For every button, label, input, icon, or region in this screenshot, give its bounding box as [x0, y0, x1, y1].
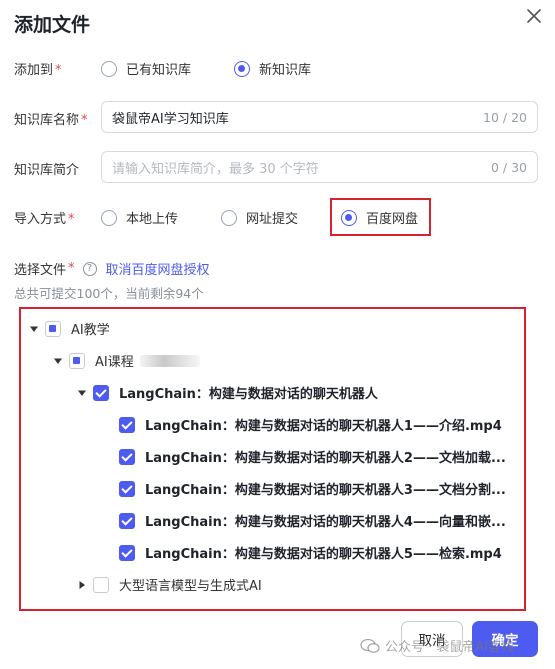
tree-node-llm-group[interactable]: 大型语言模型与生成式AI: [77, 575, 262, 594]
kb-desc-counter: 0 / 30: [490, 159, 527, 175]
kb-desc-input[interactable]: 请输入知识库简介，最多 30 个字符 0 / 30: [101, 151, 538, 183]
confirm-button[interactable]: 确定: [472, 621, 538, 657]
checkbox-partial[interactable]: [45, 320, 61, 337]
tree-node-file[interactable]: LangChain：构建与数据对话的聊天机器人1——介绍.mp4: [119, 415, 502, 434]
select-file-row: 选择文件 * ? 取消百度网盘授权: [14, 259, 210, 278]
radio-baidu-pan[interactable]: 百度网盘: [341, 208, 418, 227]
tree-node-file[interactable]: LangChain：构建与数据对话的聊天机器人2——文档加载...: [119, 447, 506, 466]
tree-node-file[interactable]: LangChain：构建与数据对话的聊天机器人4——向量和嵌...: [119, 511, 506, 530]
radio-selected-icon: [234, 60, 250, 77]
tree-node-langchain-group[interactable]: LangChain：构建与数据对话的聊天机器人: [77, 383, 378, 402]
dialog-title: 添加文件: [14, 14, 91, 36]
tree-node-root[interactable]: AI教学: [29, 319, 110, 338]
close-icon[interactable]: [524, 6, 544, 26]
radio-new-kb[interactable]: 新知识库: [234, 59, 311, 78]
caret-right-icon[interactable]: [77, 580, 87, 590]
quota-note: 总共可提交100个，当前剩余94个: [14, 286, 204, 301]
help-icon[interactable]: ?: [82, 261, 97, 276]
kb-name-label: 知识库名称 *: [14, 113, 88, 128]
kb-desc-label: 知识库简介: [14, 163, 80, 178]
checkbox-unchecked[interactable]: [93, 576, 109, 593]
cancel-button[interactable]: 取消: [401, 621, 463, 657]
add-file-dialog: 添加文件 添加到 * 已有知识库 新知识库 知识库名称 * 袋鼠帝AI学习知识库 1…: [0, 0, 555, 669]
caret-down-icon[interactable]: [77, 388, 87, 398]
checkbox-checked[interactable]: [119, 544, 135, 561]
tree-node-course[interactable]: AI课程: [53, 351, 200, 370]
radio-existing-kb[interactable]: 已有知识库: [101, 59, 191, 78]
checkbox-checked[interactable]: [119, 416, 135, 433]
caret-down-icon[interactable]: [53, 356, 63, 366]
checkbox-partial[interactable]: [69, 352, 85, 369]
radio-circle-icon: [101, 60, 117, 77]
import-method-label: 导入方式 *: [14, 212, 75, 227]
blurred-text: [139, 354, 200, 367]
checkbox-checked[interactable]: [93, 384, 109, 401]
tree-node-file[interactable]: LangChain：构建与数据对话的聊天机器人5——检索.mp4: [119, 543, 502, 562]
add-to-label: 添加到 *: [14, 63, 62, 78]
tree-node-file[interactable]: LangChain：构建与数据对话的聊天机器人3——文档分割...: [119, 479, 506, 498]
file-tree[interactable]: AI教学 AI课程 LangChain：构建与数据对话的聊天机器人 LangCh…: [19, 307, 526, 611]
radio-circle-icon: [101, 209, 117, 226]
revoke-baidu-auth-link[interactable]: 取消百度网盘授权: [106, 259, 210, 278]
radio-local-upload[interactable]: 本地上传: [101, 208, 178, 227]
radio-circle-icon: [221, 209, 237, 226]
kb-name-input[interactable]: 袋鼠帝AI学习知识库 10 / 20: [101, 101, 538, 133]
radio-selected-icon: [341, 209, 357, 226]
checkbox-checked[interactable]: [119, 512, 135, 529]
kb-name-counter: 10 / 20: [483, 109, 527, 125]
caret-down-icon[interactable]: [29, 324, 39, 334]
radio-url-submit[interactable]: 网址提交: [221, 208, 298, 227]
wechat-icon: [360, 638, 380, 653]
checkbox-checked[interactable]: [119, 448, 135, 465]
checkbox-checked[interactable]: [119, 480, 135, 497]
